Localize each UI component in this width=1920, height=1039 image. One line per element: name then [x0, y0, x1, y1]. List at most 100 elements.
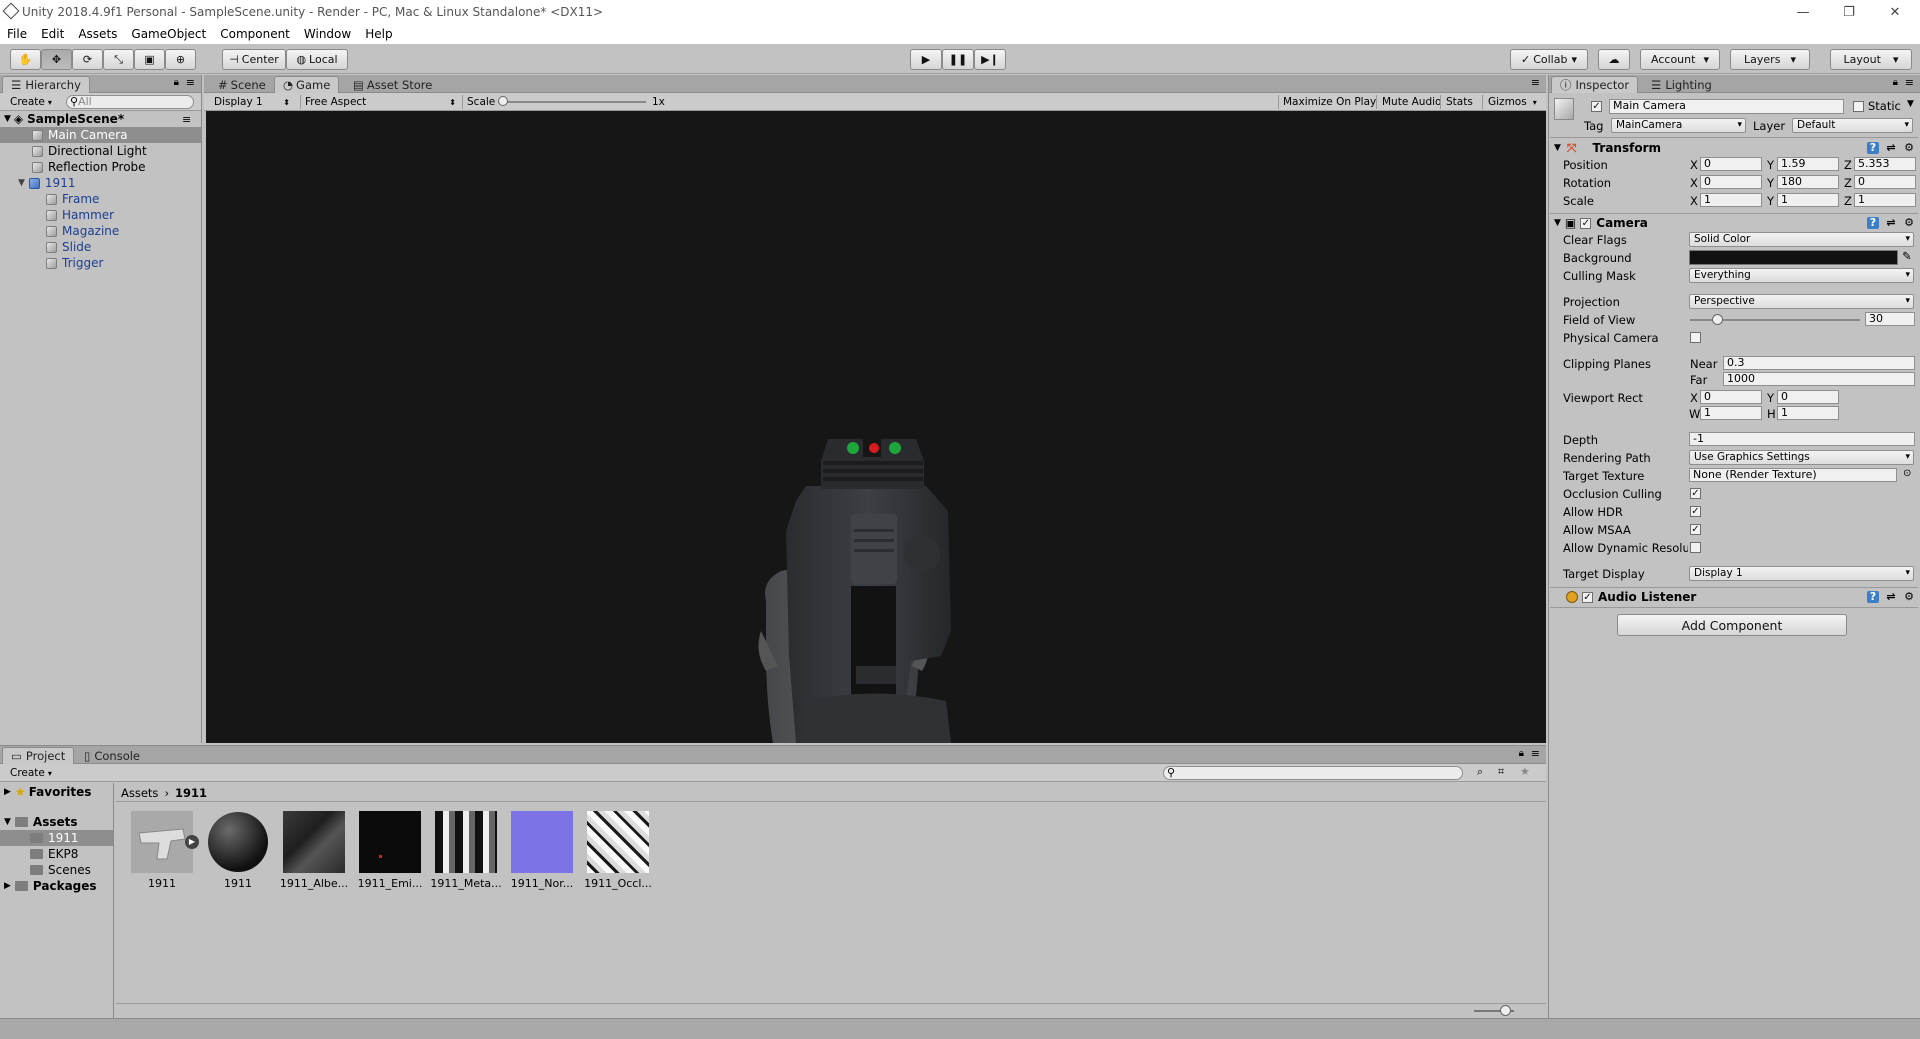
hierarchy-search-input[interactable]: ⚲All [66, 95, 194, 109]
expand-prefab-icon[interactable]: ▶ [185, 835, 199, 849]
folder-item-1911[interactable]: 1911 [0, 830, 113, 846]
add-component-button[interactable]: Add Component [1617, 614, 1847, 636]
projection-dropdown[interactable]: Perspective [1689, 294, 1914, 309]
hierarchy-item-hammer[interactable]: Hammer [0, 207, 200, 223]
step-button[interactable]: ▶❙ [974, 49, 1006, 70]
breadcrumb-1911[interactable]: 1911 [175, 786, 207, 800]
fov-field[interactable]: 30 [1865, 312, 1915, 326]
object-name-field[interactable]: Main Camera [1609, 99, 1844, 114]
panel-menu-icon[interactable]: ≡ [1905, 76, 1914, 89]
rotation-y-field[interactable]: 180 [1777, 175, 1839, 189]
active-checkbox[interactable]: ✓ [1591, 101, 1602, 112]
menu-help[interactable]: Help [358, 27, 399, 41]
hierarchy-item-1911[interactable]: ▼ 1911 [0, 175, 200, 191]
scale-slider-thumb[interactable] [498, 96, 508, 106]
project-search-input[interactable]: ⚲ [1163, 766, 1463, 780]
viewport-x-field[interactable]: 0 [1700, 390, 1762, 404]
menu-component[interactable]: Component [213, 27, 297, 41]
lock-icon[interactable]: 🔒︎ [174, 77, 179, 88]
allow-msaa-checkbox[interactable]: ✓ [1690, 524, 1701, 535]
menu-window[interactable]: Window [297, 27, 358, 41]
expand-arrow-icon[interactable]: ▼ [18, 178, 25, 188]
asset-thumb-albedo[interactable] [283, 811, 345, 873]
scene-root[interactable]: ▼ ◈ SampleScene* ≡ [4, 111, 204, 127]
mute-audio-button[interactable]: Mute Audio [1376, 95, 1441, 109]
rotation-x-field[interactable]: 0 [1700, 175, 1762, 189]
scale-z-field[interactable]: 1 [1854, 193, 1916, 207]
hierarchy-item-directional-light[interactable]: Directional Light [0, 143, 200, 159]
static-checkbox[interactable] [1853, 101, 1864, 112]
create-dropdown[interactable]: Create ▾ [10, 766, 52, 780]
hierarchy-item-trigger[interactable]: Trigger [0, 255, 200, 271]
viewport-h-field[interactable]: 1 [1777, 406, 1839, 420]
culling-mask-dropdown[interactable]: Everything [1689, 268, 1914, 283]
move-tool-icon[interactable]: ✥ [41, 49, 72, 70]
stats-button[interactable]: Stats [1440, 95, 1473, 109]
hierarchy-item-main-camera[interactable]: Main Camera [0, 127, 201, 143]
foldout-arrow-icon[interactable]: ▼ [1554, 143, 1561, 153]
maximize-icon[interactable]: ❐ [1826, 0, 1872, 24]
asset-thumb-1911-material[interactable] [207, 811, 269, 873]
asset-thumb-emission[interactable] [359, 811, 421, 873]
gizmos-dropdown[interactable]: Gizmos ▾ [1482, 95, 1537, 109]
menu-edit[interactable]: Edit [34, 27, 71, 41]
scale-slider-track[interactable] [498, 101, 646, 103]
asset-thumb-1911-model[interactable]: ▶ [131, 811, 199, 873]
audio-listener-header[interactable]: ✓ Audio Listener ? ⇌ ⚙ [1550, 588, 1920, 606]
tab-scene[interactable]: # Scene [210, 76, 274, 93]
tag-dropdown[interactable]: MainCamera [1611, 118, 1746, 133]
scale-tool-icon[interactable]: ⤡ [103, 49, 134, 70]
panel-menu-icon[interactable]: ≡ [1531, 747, 1540, 760]
camera-header[interactable]: ▼ ▣ ✓ Camera ? ⇌ ⚙ [1550, 214, 1920, 232]
tab-console[interactable]: ▯ Console [76, 747, 148, 764]
account-dropdown[interactable]: Account ▾ [1640, 49, 1720, 70]
lock-icon[interactable]: 🔒︎ [1893, 77, 1898, 88]
hierarchy-item-magazine[interactable]: Magazine [0, 223, 200, 239]
background-color-field[interactable] [1689, 250, 1898, 265]
pivot-center-button[interactable]: ⊣ Center [222, 49, 286, 70]
layer-dropdown[interactable]: Default [1792, 118, 1913, 133]
cloud-icon[interactable]: ☁ [1598, 49, 1630, 70]
object-picker-icon[interactable]: ⊙ [1903, 468, 1911, 479]
physical-camera-checkbox[interactable] [1690, 332, 1701, 343]
help-icon[interactable]: ? [1867, 142, 1879, 154]
scale-y-field[interactable]: 1 [1777, 193, 1839, 207]
settings-gear-icon[interactable]: ⚙ [1903, 142, 1915, 154]
layers-dropdown[interactable]: Layers ▾ [1730, 49, 1810, 70]
hierarchy-item-frame[interactable]: Frame [0, 191, 200, 207]
filter-type-icon[interactable]: ⌕ [1477, 765, 1483, 779]
close-icon[interactable]: ✕ [1872, 0, 1918, 24]
static-dropdown-arrow[interactable]: ▼ [1907, 99, 1914, 109]
pause-button[interactable]: ❚❚ [942, 49, 974, 70]
position-x-field[interactable]: 0 [1700, 157, 1762, 171]
allow-dynamic-resolution-checkbox[interactable] [1690, 542, 1701, 553]
hand-tool-icon[interactable]: ✋ [10, 49, 41, 70]
rect-tool-icon[interactable]: ▣ [134, 49, 165, 70]
scene-menu-icon[interactable]: ≡ [182, 113, 191, 126]
favorite-star-icon[interactable]: ★ [1520, 765, 1530, 778]
hierarchy-item-slide[interactable]: Slide [0, 239, 200, 255]
settings-gear-icon[interactable]: ⚙ [1903, 591, 1915, 603]
thumbnail-size-thumb[interactable] [1500, 1005, 1511, 1016]
preset-icon[interactable]: ⇌ [1885, 217, 1897, 229]
lock-icon[interactable]: 🔒︎ [1519, 748, 1524, 759]
near-field[interactable]: 0.3 [1723, 356, 1915, 370]
breadcrumb-assets[interactable]: Assets [121, 786, 158, 800]
far-field[interactable]: 1000 [1723, 372, 1915, 386]
filter-label-icon[interactable]: ⌗ [1498, 765, 1504, 779]
preset-icon[interactable]: ⇌ [1885, 142, 1897, 154]
pivot-local-button[interactable]: ◍ Local [286, 49, 348, 70]
transform-tool-icon[interactable]: ⊕ [165, 49, 196, 70]
clear-flags-dropdown[interactable]: Solid Color [1689, 232, 1914, 247]
minimize-icon[interactable]: — [1780, 0, 1826, 24]
target-display-dropdown[interactable]: Display 1 [1689, 566, 1914, 581]
asset-thumb-occlusion[interactable] [587, 811, 649, 873]
preset-icon[interactable]: ⇌ [1885, 591, 1897, 603]
tab-asset-store[interactable]: ▤ Asset Store [345, 76, 440, 93]
camera-enabled-checkbox[interactable]: ✓ [1580, 217, 1592, 229]
play-button[interactable]: ▶ [910, 49, 942, 70]
layout-dropdown[interactable]: Layout ▾ [1830, 49, 1912, 70]
asset-thumb-metallic[interactable] [435, 811, 497, 873]
rendering-path-dropdown[interactable]: Use Graphics Settings [1689, 450, 1914, 465]
menu-file[interactable]: File [0, 27, 34, 41]
